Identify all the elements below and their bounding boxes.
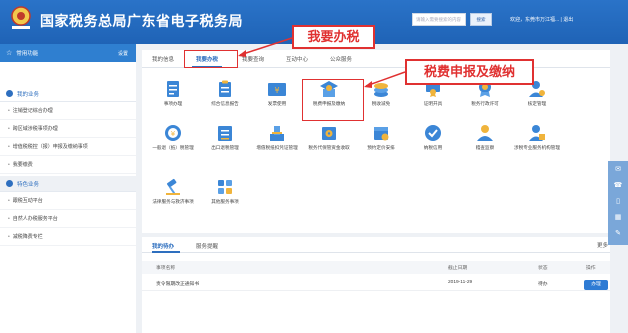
- stamp-icon: [270, 126, 284, 141]
- edit-icon[interactable]: ✎: [608, 225, 628, 241]
- grid-item-credit[interactable]: 纳税信用: [408, 124, 458, 151]
- sidebar-item[interactable]: 跨区域涉税事项办理: [0, 120, 136, 138]
- category-icon: [6, 180, 13, 187]
- other-icon: [218, 180, 232, 194]
- phone-icon[interactable]: ☎: [608, 177, 628, 193]
- settings-link[interactable]: 设置: [118, 50, 128, 57]
- grid-item-agency[interactable]: 涉税专业服务机构管理: [512, 124, 562, 151]
- tax-emblem-icon[interactable]: [7, 5, 35, 31]
- callout-tax-declare: 税费申报及缴纳: [405, 59, 534, 85]
- tab-my-todo[interactable]: 我的待办: [152, 242, 174, 250]
- grid-item-label: 预约定价安排: [367, 145, 395, 150]
- more-link[interactable]: 更多: [597, 241, 608, 249]
- doc-icon: [167, 81, 179, 97]
- todo-tab-bar: 我的待办 服务提醒 更多: [142, 237, 610, 253]
- chat-icon[interactable]: ✉: [608, 161, 628, 177]
- category-label: 特色业务: [17, 181, 40, 188]
- tab-public-service[interactable]: 公众服务: [330, 55, 352, 63]
- todo-name: 责令限期改正通知书: [156, 282, 200, 287]
- grid-item-label: 核定管理: [527, 101, 547, 106]
- grid-item-label: 一般退（抵）税管理: [152, 145, 194, 150]
- grid-item-label: 纳税信用: [423, 145, 443, 150]
- column-header: 事项名称: [156, 266, 176, 271]
- sidebar-item[interactable]: 注销登记综合办理: [0, 102, 136, 120]
- grid-item-fund-custody[interactable]: 税务代保管资金收取: [304, 124, 354, 151]
- tab-query[interactable]: 我要查询: [242, 55, 264, 63]
- grid-item-pricing[interactable]: 预约定价安排: [356, 124, 406, 151]
- grid-item-refund[interactable]: ¥ 一般退（抵）税管理: [148, 124, 198, 151]
- table-row[interactable]: 责令限期改正通知书 2019-11-29 待办 办理: [142, 277, 610, 291]
- grid-item-label: 涉税专业服务机构管理: [514, 145, 560, 150]
- grid-item-label: 税务代保管资金收取: [308, 145, 350, 150]
- clipboard-icon: [219, 80, 231, 97]
- category-label: 我的业务: [17, 91, 40, 98]
- search-button[interactable]: 搜索: [470, 13, 492, 26]
- export-icon: [218, 126, 232, 141]
- grid-item-label: 增值税抵扣凭证管理: [256, 145, 298, 150]
- todo-deadline: 2019-11-29: [448, 280, 473, 285]
- grid-item-label: 出口退税管理: [211, 145, 239, 150]
- common-functions-label: 常用功能: [16, 51, 39, 57]
- grid-item-info-report[interactable]: 综合信息报告: [200, 80, 250, 107]
- column-header: 截止日期: [448, 266, 468, 271]
- invoice-icon: ¥: [268, 83, 286, 96]
- callout-handle-tax: 我要办税: [292, 25, 375, 49]
- sidebar-item[interactable]: 减税降费专栏: [0, 228, 136, 246]
- tab-interaction[interactable]: 互动中心: [286, 55, 308, 63]
- highlight-handle-tax-tab: [184, 50, 238, 68]
- table-header: 事项名称 截止日期 状态 操作: [142, 261, 610, 274]
- grid-item-other[interactable]: 其他服务事项: [200, 178, 250, 205]
- category-special-business[interactable]: 特色业务: [0, 176, 136, 192]
- todo-status: 待办: [538, 282, 548, 287]
- sidebar-item[interactable]: 自然人办税服务平台: [0, 210, 136, 228]
- column-header: 状态: [538, 266, 548, 271]
- grid-item-legal[interactable]: 法律服务与救济事项: [148, 178, 198, 205]
- search-input[interactable]: 请输入需要搜索的内容: [412, 13, 466, 26]
- coins-icon: [374, 83, 388, 97]
- refund-icon: ¥: [165, 125, 181, 141]
- column-header: 操作: [586, 266, 596, 271]
- qr-icon[interactable]: ▦: [608, 209, 628, 225]
- grid-item-label: 法律服务与救济事项: [152, 199, 194, 204]
- gavel-icon: [166, 178, 180, 195]
- mobile-icon[interactable]: ▯: [608, 193, 628, 209]
- handle-button[interactable]: 办理: [584, 280, 608, 290]
- safe-icon: [322, 127, 336, 140]
- user-info[interactable]: 欢迎，东莞市万江福... | 退出: [510, 16, 573, 23]
- grid-item-label: 其他服务事项: [211, 199, 239, 204]
- svg-text:¥: ¥: [274, 86, 279, 95]
- todo-panel: 我的待办 服务提醒 更多 事项名称 截止日期 状态 操作 责令限期改正通知书 2…: [142, 237, 610, 333]
- inspect-icon: [477, 125, 493, 141]
- tab-service-reminder[interactable]: 服务提醒: [196, 242, 218, 250]
- category-my-business[interactable]: 我的业务: [0, 86, 136, 102]
- sidebar: ☆ 常用功能 设置 我的业务 注销登记综合办理 跨区域涉税事项办理 增值税税控（…: [0, 44, 136, 333]
- svg-text:¥: ¥: [171, 130, 176, 138]
- grid-item-invoice[interactable]: ¥ 发票使用: [252, 80, 302, 107]
- grid-item-label: 稽查监察: [475, 145, 495, 150]
- credit-icon: [425, 125, 441, 141]
- star-icon: ☆: [6, 50, 13, 57]
- grid-item-vat-voucher[interactable]: 增值税抵扣凭证管理: [252, 124, 302, 151]
- main-panel: 我的信息 我要办税 我要查询 互动中心 公众服务 事项办理 综合信息报告 ¥ 发…: [142, 50, 610, 233]
- agency-icon: [529, 125, 545, 141]
- tab-my-info[interactable]: 我的信息: [152, 55, 174, 63]
- grid-item-label: 发票使用: [267, 101, 287, 106]
- grid-item-matter-handling[interactable]: 事项办理: [148, 80, 198, 107]
- grid-item-export-refund[interactable]: 出口退税管理: [200, 124, 250, 151]
- common-functions-header[interactable]: ☆ 常用功能 设置: [0, 44, 136, 62]
- site-title: 国家税务总局广东省电子税务局: [40, 13, 243, 29]
- grid-item-inspection[interactable]: 稽查监察: [460, 124, 510, 151]
- calendar-icon: [374, 127, 389, 141]
- sidebar-item[interactable]: 增值税税控（报）申报及缴纳事项: [0, 138, 136, 156]
- sidebar-item[interactable]: 我要缴费: [0, 156, 136, 174]
- category-icon: [6, 90, 13, 97]
- grid-item-label: 综合信息报告: [211, 101, 239, 106]
- grid-item-label: 证明开具: [423, 101, 443, 106]
- highlight-tax-declare-item: [302, 79, 364, 121]
- active-tab-indicator: [152, 251, 180, 253]
- floating-toolbar: ✉ ☎ ▯ ▦ ✎: [608, 161, 628, 245]
- grid-item-label: 税务行政许可: [471, 101, 499, 106]
- grid-item-label: 事项办理: [163, 101, 183, 106]
- sidebar-item[interactable]: 跟税互动平台: [0, 192, 136, 210]
